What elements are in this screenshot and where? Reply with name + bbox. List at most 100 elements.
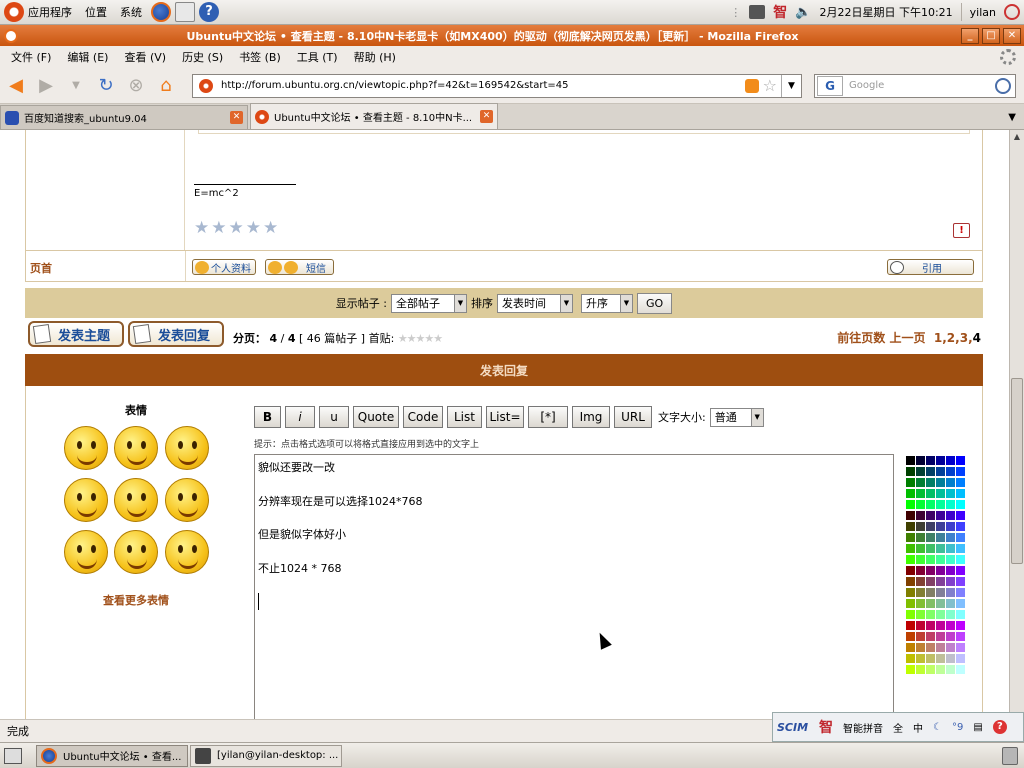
post-reply-button[interactable]: 发表回复 [128,321,224,347]
tab-ubuntu-forum[interactable]: Ubuntu中文论坛 • 查看主题 - 8.10中N卡... ✕ [250,103,498,129]
ime-help-icon[interactable]: ? [992,720,1007,734]
color-swatch[interactable] [946,599,955,608]
color-swatch[interactable] [946,467,955,476]
scrollbar-thumb[interactable] [1011,378,1023,564]
color-swatch[interactable] [926,500,935,509]
color-swatch[interactable] [916,511,925,520]
network-icon[interactable] [749,5,766,19]
color-swatch[interactable] [916,665,925,674]
color-swatch[interactable] [946,533,955,542]
color-swatch[interactable] [956,665,965,674]
smiley-icon[interactable] [114,530,158,574]
color-swatch[interactable] [956,654,965,663]
color-swatch[interactable] [946,522,955,531]
list-item-button[interactable]: [*] [528,406,568,428]
underline-button[interactable]: u [319,406,349,428]
smiley-icon[interactable] [165,426,209,470]
url-dropdown-icon[interactable]: ▼ [781,74,801,97]
color-swatch[interactable] [936,478,945,487]
color-swatch[interactable] [936,632,945,641]
color-swatch[interactable] [956,621,965,630]
quote-format-button[interactable]: Quote [353,406,399,428]
search-engine-icon[interactable]: G [817,75,843,96]
color-swatch[interactable] [936,544,945,553]
back-to-top-link[interactable]: 页首 [30,260,52,276]
help-launcher-icon[interactable]: ? [199,2,219,22]
order-select[interactable]: 升序 ▼ [581,293,633,313]
menu-file[interactable]: 文件 (F) [11,49,51,65]
color-swatch[interactable] [906,511,915,520]
color-swatch[interactable] [916,632,925,641]
color-swatch[interactable] [936,610,945,619]
minimize-button[interactable]: _ [961,27,979,44]
smiley-icon[interactable] [114,426,158,470]
color-swatch[interactable] [936,522,945,531]
ime-name[interactable]: 智能拼音 [843,720,883,735]
color-swatch[interactable] [936,643,945,652]
forward-arrow-icon[interactable]: ▶ [34,74,58,98]
rating-stars[interactable]: ★ ★ ★ ★ ★ [194,218,280,238]
color-swatch[interactable] [906,632,915,641]
color-swatch[interactable] [926,588,935,597]
taskbar-item-terminal[interactable]: [yilan@yilan-desktop: ... [190,744,342,767]
color-swatch[interactable] [926,456,935,465]
ime-chinese-toggle[interactable]: 中 [913,720,923,735]
font-size-select[interactable]: 普通 ▼ [709,407,764,427]
menu-system[interactable]: 系统 [120,4,142,20]
search-bar[interactable]: G Google [814,73,1016,98]
star-icon[interactable]: ★ [194,218,209,238]
code-button[interactable]: Code [403,406,443,428]
color-swatch[interactable] [936,489,945,498]
color-swatch[interactable] [906,665,915,674]
color-swatch[interactable] [936,599,945,608]
color-swatch[interactable] [926,511,935,520]
color-swatch[interactable] [946,544,955,553]
color-swatch[interactable] [906,478,915,487]
url-text[interactable]: http://forum.ubuntu.org.cn/viewtopic.php… [221,80,745,91]
color-swatch[interactable] [926,643,935,652]
color-swatch[interactable] [946,500,955,509]
power-icon[interactable] [1004,4,1020,20]
new-topic-button[interactable]: 发表主题 [28,321,124,347]
smiley-icon[interactable] [165,478,209,522]
color-swatch[interactable] [956,577,965,586]
color-swatch[interactable] [926,522,935,531]
color-swatch[interactable] [956,555,965,564]
color-swatch[interactable] [926,544,935,553]
color-swatch[interactable] [956,599,965,608]
ime-full-width-toggle[interactable]: 全 [893,720,903,735]
color-swatch[interactable] [956,467,965,476]
taskbar-item-firefox[interactable]: Ubuntu中文论坛 • 查看... [36,744,188,767]
color-swatch[interactable] [926,555,935,564]
color-swatch[interactable] [926,533,935,542]
color-swatch[interactable] [936,456,945,465]
star-icon[interactable]: ★ [263,218,278,238]
bookmark-star-icon[interactable]: ☆ [763,76,777,95]
search-input[interactable]: Google [843,80,995,91]
color-swatch[interactable] [946,489,955,498]
color-swatch[interactable] [916,566,925,575]
color-swatch[interactable] [946,566,955,575]
ime-mode-icon[interactable]: 智 [819,717,833,737]
color-swatch[interactable] [936,665,945,674]
color-swatch[interactable] [936,577,945,586]
menu-places[interactable]: 位置 [85,4,107,20]
color-swatch[interactable] [946,632,955,641]
tab-baidu[interactable]: 百度知道搜索_ubuntu9.04 ✕ [0,105,248,129]
tab-close-icon[interactable]: ✕ [230,111,243,124]
smiley-icon[interactable] [114,478,158,522]
color-swatch[interactable] [906,522,915,531]
tab-close-icon[interactable]: ✕ [480,110,493,123]
sort-select[interactable]: 发表时间 ▼ [497,293,573,313]
color-swatch[interactable] [946,555,955,564]
color-swatch[interactable] [906,489,915,498]
profile-button[interactable]: 个人资料 [192,259,256,275]
url-button[interactable]: URL [614,406,652,428]
smiley-icon[interactable] [165,530,209,574]
color-swatch[interactable] [926,654,935,663]
color-swatch[interactable] [956,610,965,619]
color-swatch[interactable] [926,577,935,586]
menu-view[interactable]: 查看 (V) [124,49,166,65]
color-swatch[interactable] [956,566,965,575]
page-link[interactable]: 1 [934,331,942,345]
